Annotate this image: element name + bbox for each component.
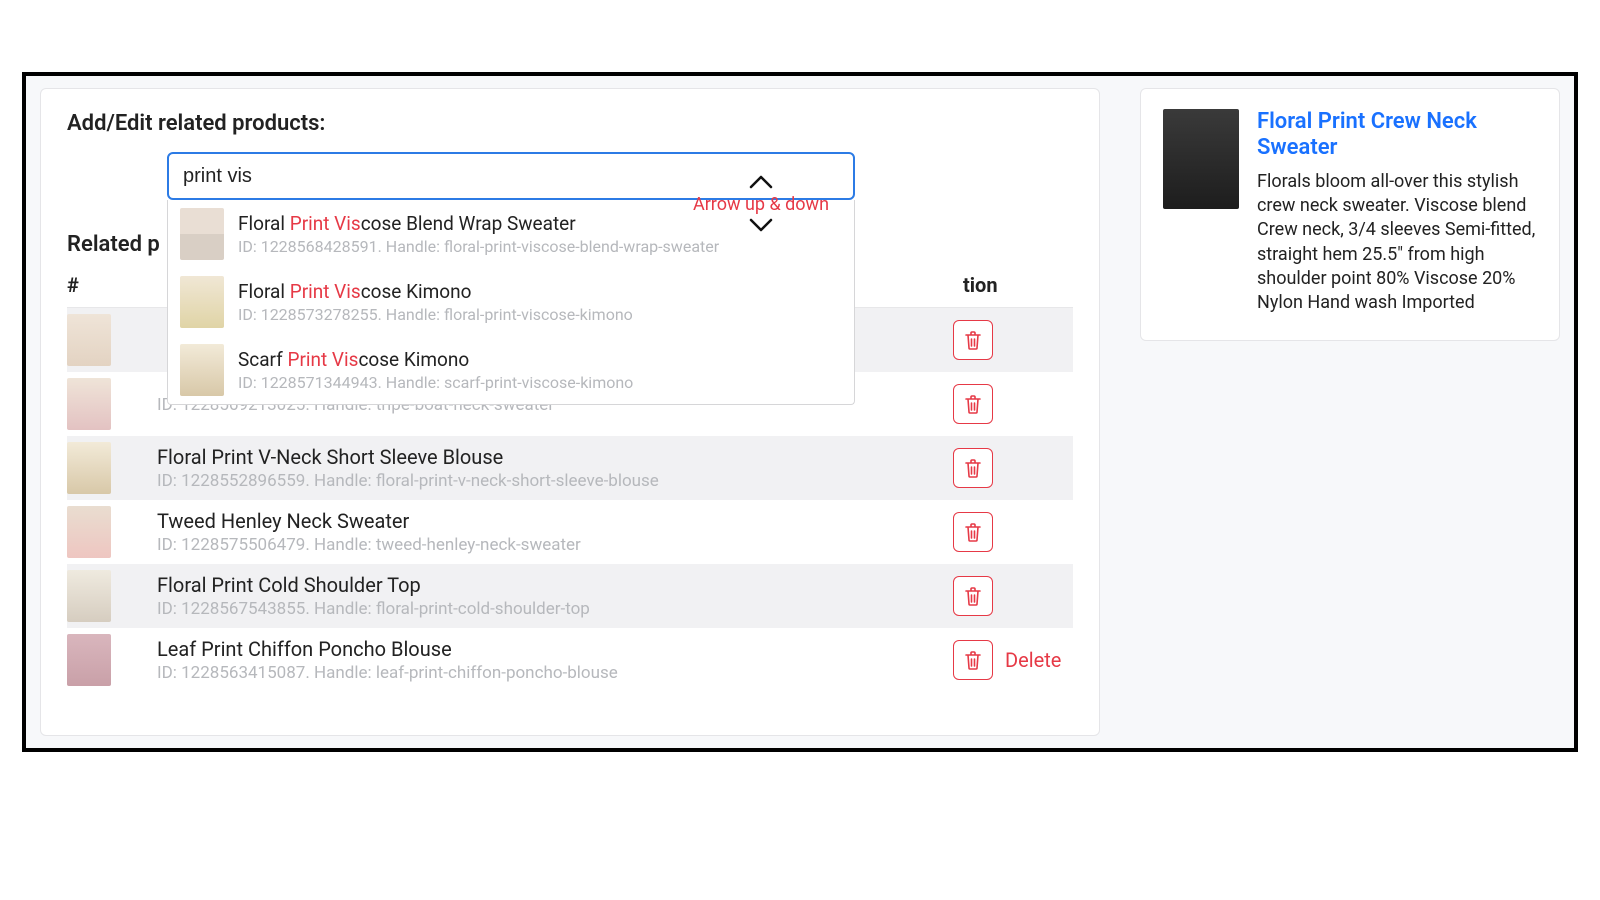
autocomplete-item[interactable]: Floral Print Viscose Kimono ID: 122857327…	[168, 268, 854, 336]
product-name: Floral Print V-Neck Short Sleeve Blouse	[157, 445, 953, 469]
autocomplete-item-name: Floral Print Viscose Blend Wrap Sweater	[238, 212, 719, 235]
product-id: ID: 1228552896559. Handle: floral-print-…	[157, 471, 953, 491]
product-detail-thumb	[1163, 109, 1239, 209]
panel-title: Add/Edit related products:	[67, 111, 1073, 136]
product-thumb	[67, 442, 111, 494]
autocomplete-item-id: ID: 1228573278255. Handle: floral-print-…	[238, 305, 633, 324]
col-header-action-tail: tion	[963, 273, 1073, 297]
table-row: Tweed Henley Neck SweaterID: 12285755064…	[67, 500, 1073, 564]
product-thumb	[180, 276, 224, 328]
product-thumb	[67, 506, 111, 558]
product-name: Tweed Henley Neck Sweater	[157, 509, 953, 533]
chevron-up-icon	[681, 172, 841, 194]
product-id: ID: 1228567543855. Handle: floral-print-…	[157, 599, 953, 619]
product-thumb	[67, 570, 111, 622]
delete-button[interactable]	[953, 320, 993, 360]
product-detail-text: Floral Print Crew Neck Sweater Florals b…	[1257, 109, 1537, 316]
product-thumb	[180, 208, 224, 260]
autocomplete-item-id: ID: 1228568428591. Handle: floral-print-…	[238, 237, 719, 256]
product-id: ID: 1228575506479. Handle: tweed-henley-…	[157, 535, 953, 555]
delete-label: Delete	[1005, 648, 1061, 672]
autocomplete-item-name: Floral Print Viscose Kimono	[238, 280, 633, 303]
product-detail-panel: Floral Print Crew Neck Sweater Florals b…	[1140, 88, 1560, 341]
product-thumb	[67, 634, 111, 686]
table-row: Floral Print V-Neck Short Sleeve BlouseI…	[67, 436, 1073, 500]
col-header-hash: #	[67, 273, 157, 297]
product-thumb	[67, 378, 111, 430]
autocomplete-item-name: Scarf Print Viscose Kimono	[238, 348, 633, 371]
arrow-up-down-note: Arrow up & down	[681, 172, 841, 237]
delete-button[interactable]	[953, 384, 993, 424]
table-row: Leaf Print Chiffon Poncho BlouseID: 1228…	[67, 628, 1073, 692]
delete-button[interactable]	[953, 640, 993, 680]
related-products-panel: Add/Edit related products: Floral Print …	[40, 88, 1100, 736]
delete-button[interactable]	[953, 448, 993, 488]
chevron-down-icon	[681, 215, 841, 237]
product-detail-title[interactable]: Floral Print Crew Neck Sweater	[1257, 109, 1537, 162]
autocomplete-item-id: ID: 1228571344943. Handle: scarf-print-v…	[238, 373, 633, 392]
table-row: Floral Print Cold Shoulder TopID: 122856…	[67, 564, 1073, 628]
delete-button[interactable]	[953, 512, 993, 552]
product-id: ID: 1228563415087. Handle: leaf-print-ch…	[157, 663, 953, 683]
app-frame: Add/Edit related products: Floral Print …	[22, 72, 1578, 752]
arrow-note-label: Arrow up & down	[681, 194, 841, 215]
product-thumb	[180, 344, 224, 396]
search-wrap: Floral Print Viscose Blend Wrap SweaterI…	[167, 152, 855, 200]
delete-button[interactable]	[953, 576, 993, 616]
autocomplete-item[interactable]: Scarf Print Viscose Kimono ID: 1228571344…	[168, 336, 854, 404]
product-thumb	[67, 314, 111, 366]
product-name: Leaf Print Chiffon Poncho Blouse	[157, 637, 953, 661]
product-name: Floral Print Cold Shoulder Top	[157, 573, 953, 597]
product-detail-desc: Florals bloom all-over this stylish crew…	[1257, 170, 1537, 316]
